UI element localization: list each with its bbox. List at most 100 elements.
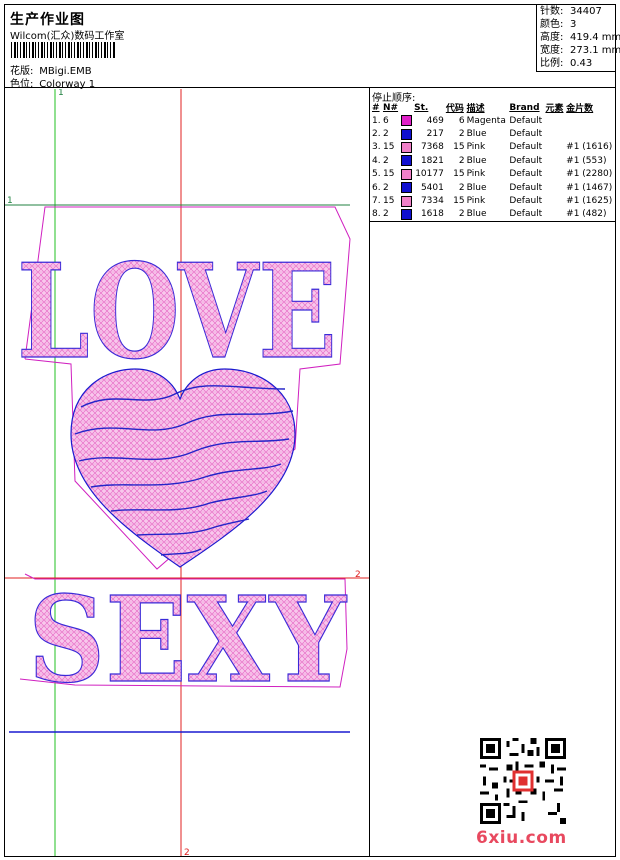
cell-swatch [400,181,413,194]
cell-needle: 15 [382,142,395,153]
cell-description: Blue [466,182,487,193]
guide-marker-mid-right: 2 [355,570,361,580]
col-stitches: St. [414,102,429,113]
color-swatch [400,208,412,220]
guide-marker-top-left: 1 [58,89,64,98]
stop-sequence-panel: 停止顺序: # N# St. 代码 描述 Brand 元素 金片数 1. 6 469… [370,88,616,221]
cell-stitches: 469 [426,115,444,126]
company-name: Wilcom(汇众)数码工作室 [10,31,125,42]
color-swatch [400,182,412,194]
cell-brand: Default [509,209,543,220]
cell-index: 7. [372,196,381,207]
cell-element [544,141,565,154]
cell-index: 5. [372,169,381,180]
cell-stitches: 1618 [420,209,444,220]
stat-scale: 比例: 0.43 [540,58,593,69]
cell-needle: 6 [382,115,389,126]
colorway-label: 色位: [10,79,34,90]
table-row: 8. 2 1618 2 Blue Default #1 (482) [371,208,615,221]
cell-brand: Default [509,155,543,166]
cell-swatch [400,114,413,127]
col-element: 元素 [545,104,564,114]
stat-width: 宽度: 273.1 mm [540,45,620,56]
cell-brand: Default [509,196,543,207]
cell-code: 15 [453,142,465,153]
stat-stitches: 针数: 34407 [540,6,602,17]
cell-description: Magenta [466,115,506,126]
cell-description: Blue [466,155,487,166]
cell-sequin [565,127,615,140]
cell-brand: Default [509,182,543,193]
page-title: 生产作业图 [10,12,85,28]
cell-index: 6. [372,182,381,193]
stop-sequence-table: # N# St. 代码 描述 Brand 元素 金片数 1. 6 469 6 Magen… [371,101,615,221]
cell-code: 2 [458,209,465,220]
cell-brand: Default [509,115,543,126]
color-swatch [400,168,412,180]
cell-element [544,181,565,194]
stat-colors: 颜色: 3 [540,19,577,30]
cell-element [544,114,565,127]
col-description: 描述 [466,104,485,114]
col-brand: Brand [509,102,540,113]
cell-stitches: 7334 [420,196,444,207]
barcode [11,42,115,58]
cell-description: Blue [466,129,487,140]
cell-needle: 15 [382,196,395,207]
cell-element [544,194,565,207]
cell-code: 6 [458,115,465,126]
cell-brand: Default [509,169,543,180]
stat-height: 高度: 419.4 mm [540,32,620,43]
word-love: LOVE [17,235,337,388]
cell-index: 8. [372,209,381,220]
table-row: 6. 2 5401 2 Blue Default #1 (1467) [371,181,615,194]
guide-marker-left: 1 [7,196,13,206]
color-swatch [400,115,412,127]
table-row: 3. 15 7368 15 Pink Default #1 (1616) [371,141,615,154]
word-sexy: SEXY [28,570,348,709]
table-row: 4. 2 1821 2 Blue Default #1 (553) [371,154,615,167]
cell-code: 2 [458,155,465,166]
cell-swatch [400,168,413,181]
cell-stitches: 7368 [420,142,444,153]
cell-code: 15 [453,196,465,207]
cell-sequin [565,114,615,127]
col-code: 代码 [445,104,464,114]
color-swatch [400,155,412,167]
cell-needle: 2 [382,182,389,193]
cell-stitches: 10177 [415,169,444,180]
cell-index: 1. [372,115,381,126]
cell-element [544,208,565,221]
col-needle: N# [382,102,399,113]
table-row: 1. 6 469 6 Magenta Default [371,114,615,127]
cell-swatch [400,127,413,140]
qr-code [480,738,566,824]
stop-sequence-heading: 停止顺序: [372,93,416,104]
cell-description: Pink [466,196,486,207]
cell-swatch [400,194,413,207]
cell-index: 3. [372,142,381,153]
cell-swatch [400,208,413,221]
table-row: 2. 2 217 2 Blue Default [371,127,615,140]
cell-code: 2 [458,182,465,193]
color-swatch [400,195,412,207]
cell-description: Blue [466,209,487,220]
cell-swatch [400,141,413,154]
table-row: 7. 15 7334 15 Pink Default #1 (1625) [371,194,615,207]
cell-stitches: 5401 [420,182,444,193]
cell-element [544,127,565,140]
header: 生产作业图 Wilcom(汇众)数码工作室 花版: MBigi.EMB 色位: … [4,4,616,90]
watermark: 6xiu.com [476,828,567,848]
stats-panel: 针数: 34407 颜色: 3 高度: 419.4 mm 宽度: 273.1 mm 比例… [536,4,620,72]
table-row: 5. 15 10177 15 Pink Default #1 (2280) [371,168,615,181]
cell-sequin: #1 (1625) [566,196,613,207]
design-preview: 1 1 2 2 LOVE SEXY [5,89,369,856]
guide-marker-bottom: 2 [184,848,190,856]
cell-element [544,154,565,167]
color-swatch [400,141,412,153]
cell-sequin: #1 (1616) [566,142,613,153]
cell-description: Pink [466,142,486,153]
cell-description: Pink [466,169,486,180]
cell-needle: 2 [382,155,389,166]
cell-swatch [400,154,413,167]
